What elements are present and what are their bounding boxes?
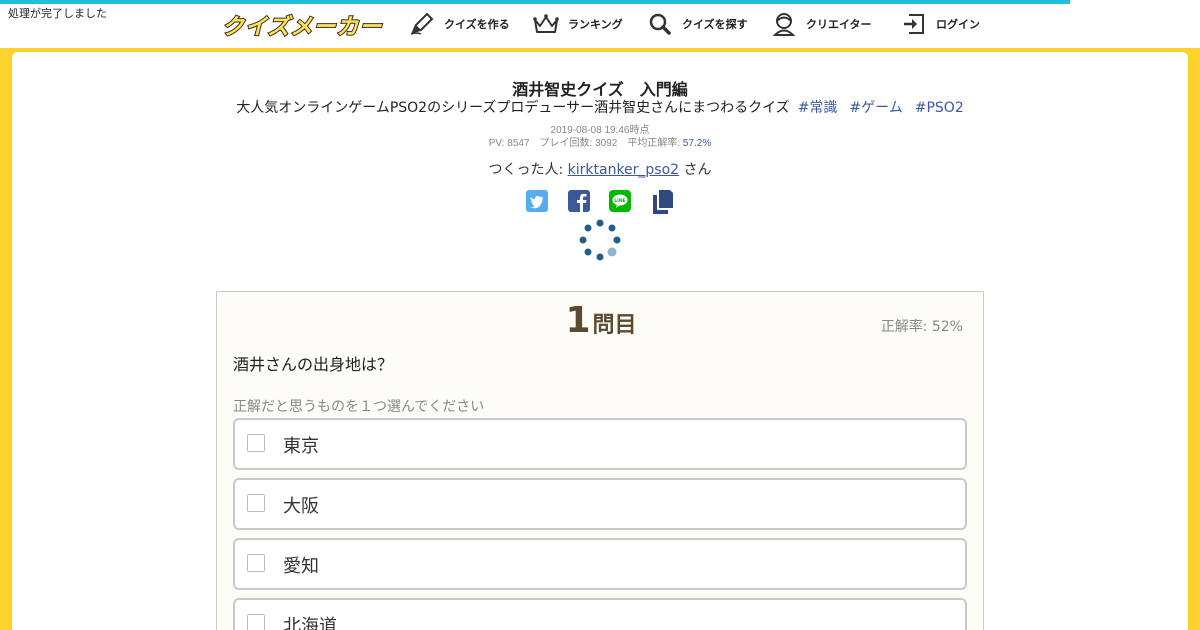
creator-suffix: さん xyxy=(679,162,712,178)
creator-link[interactable]: kirktanker_pso2 xyxy=(568,162,679,178)
login-icon xyxy=(900,11,928,37)
tag-link[interactable]: #PSO2 xyxy=(915,100,964,116)
average-rate: 57.2% xyxy=(682,138,712,149)
nav-label: クイズを探す xyxy=(682,19,748,31)
nav-label: クイズを作る xyxy=(444,19,510,31)
quiz-creator: つくった人: kirktanker_pso2 さん xyxy=(0,159,1200,179)
site-logo[interactable]: クイズメーカー xyxy=(221,9,382,41)
nav-create-quiz[interactable]: クイズを作る xyxy=(408,10,510,38)
choice-label: 大阪 xyxy=(283,496,319,517)
nav-ranking[interactable]: ランキング xyxy=(532,10,623,38)
pencil-icon xyxy=(408,11,436,37)
quiz-description: 大人気オンラインゲームPSO2のシリーズプロデューサー酒井智史さんにまつわるクイ… xyxy=(0,97,1200,117)
nav-login[interactable]: ログイン xyxy=(900,10,980,38)
user-icon xyxy=(770,11,798,37)
search-icon xyxy=(646,11,674,37)
choice-option[interactable]: 大阪 xyxy=(233,478,967,530)
facebook-icon xyxy=(568,190,590,212)
nav-label: ログイン xyxy=(936,19,980,31)
tag-link[interactable]: #常識 xyxy=(798,100,838,116)
top-bar: 処理が完了しました クイズメーカー クイズを作る ランキング クイズを探す クリ… xyxy=(0,0,1200,48)
crown-icon xyxy=(532,11,560,37)
choice-label: 北海道 xyxy=(283,616,337,630)
choice-label: 愛知 xyxy=(283,556,319,577)
choice-option[interactable]: 愛知 xyxy=(233,538,967,590)
svg-text:LINE: LINE xyxy=(614,198,625,204)
choice-option[interactable]: 東京 xyxy=(233,418,967,470)
status-message: 処理が完了しました xyxy=(8,8,107,20)
choice-label: 東京 xyxy=(283,436,319,457)
line-icon: LINE xyxy=(609,190,631,212)
quiz-stats: PV: 8547 プレイ回数: 3092 平均正解率: 57.2% xyxy=(0,134,1200,149)
choice-checkbox[interactable] xyxy=(247,434,265,452)
progress-bar xyxy=(0,0,1070,4)
twitter-icon xyxy=(526,190,548,212)
question-text: 酒井さんの出身地は？ xyxy=(233,355,394,374)
nav-find-quiz[interactable]: クイズを探す xyxy=(646,10,748,38)
nav-label: クリエイター xyxy=(806,19,872,31)
choice-hint: 正解だと思うものを１つ選んでください xyxy=(233,399,485,415)
choice-checkbox[interactable] xyxy=(247,614,265,630)
stats-text: PV: 8547 プレイ回数: 3092 平均正解率: xyxy=(488,138,683,149)
facebook-share-button[interactable] xyxy=(568,190,592,214)
question-number-value: 1 xyxy=(565,300,591,341)
creator-prefix: つくった人: xyxy=(488,162,568,178)
nav-label: ランキング xyxy=(568,19,623,31)
twitter-share-button[interactable] xyxy=(526,190,550,214)
description-text: 大人気オンラインゲームPSO2のシリーズプロデューサー酒井智史さんにまつわるクイ… xyxy=(236,100,790,116)
copy-link-button[interactable] xyxy=(651,190,675,214)
tag-link[interactable]: #ゲーム xyxy=(849,100,902,116)
choice-checkbox[interactable] xyxy=(247,494,265,512)
line-share-button[interactable]: LINE xyxy=(609,190,633,214)
question-number: 1問目 xyxy=(217,300,985,341)
nav-creators[interactable]: クリエイター xyxy=(770,10,872,38)
choice-option[interactable]: 北海道 xyxy=(233,598,967,630)
loading-spinner xyxy=(576,216,624,264)
choice-checkbox[interactable] xyxy=(247,554,265,572)
copy-icon xyxy=(653,190,673,214)
question-panel: 1問目 正解率: 52% 酒井さんの出身地は？ 正解だと思うものを１つ選んでくだ… xyxy=(216,291,984,630)
question-number-suffix: 問目 xyxy=(592,313,637,338)
question-correct-rate: 正解率: 52% xyxy=(880,319,963,335)
